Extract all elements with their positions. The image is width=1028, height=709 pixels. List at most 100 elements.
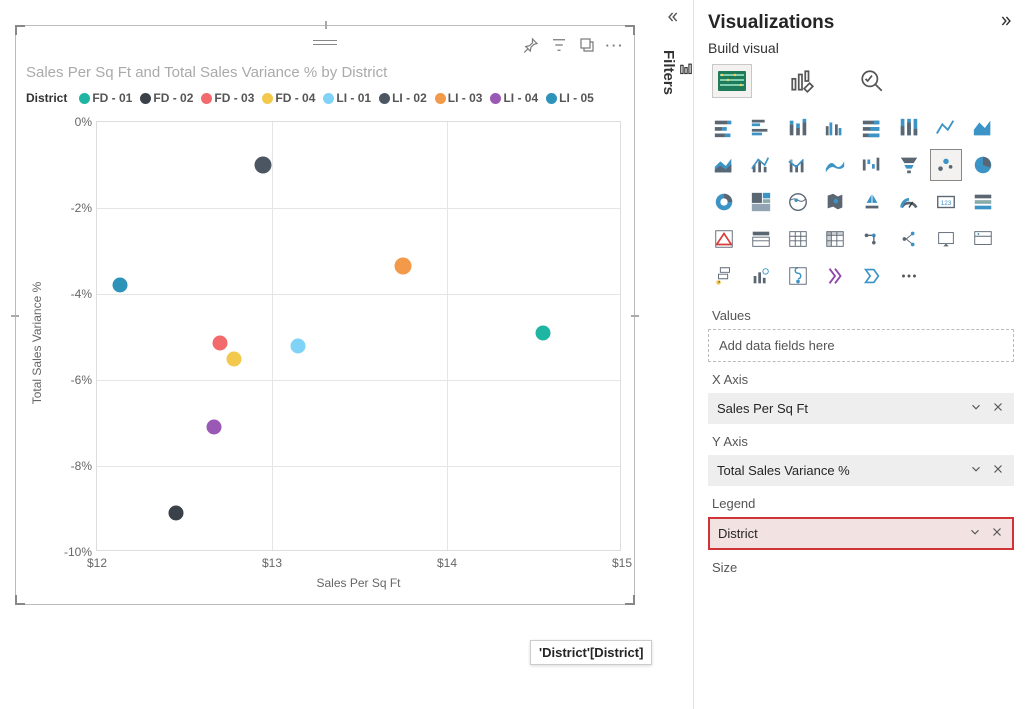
y-axis-tick: -2%: [71, 201, 92, 215]
remove-field-icon[interactable]: [991, 400, 1005, 417]
filters-pane-tab[interactable]: Filters: [660, 44, 695, 101]
viz-type-qna[interactable]: [708, 260, 740, 292]
scatter-point[interactable]: [255, 157, 272, 174]
x-axis-tick: $15: [612, 556, 632, 570]
legend-item[interactable]: LI - 01: [323, 91, 371, 105]
expand-pane-icon[interactable]: [1000, 12, 1014, 34]
viz-type-treemap[interactable]: [745, 186, 777, 218]
scatter-point[interactable]: [226, 351, 241, 366]
chart-title: Sales Per Sq Ft and Total Sales Variance…: [26, 64, 387, 81]
chart-legend: District FD - 01 FD - 02 FD - 03 FD - 04 LI …: [26, 91, 594, 105]
values-well-label: Values: [712, 308, 1014, 323]
legend-field-pill[interactable]: District: [708, 517, 1014, 550]
viz-type-decomp-tree[interactable]: [967, 223, 999, 255]
viz-type-azure-map[interactable]: [856, 186, 888, 218]
pin-icon[interactable]: [522, 36, 540, 54]
viz-type-line-stacked[interactable]: [782, 149, 814, 181]
filters-tab-label: Filters: [660, 50, 677, 95]
chevron-down-icon[interactable]: [969, 462, 983, 479]
viz-type-ribbon[interactable]: [819, 149, 851, 181]
legend-item[interactable]: FD - 03: [201, 91, 254, 105]
chevron-down-icon[interactable]: [968, 525, 982, 542]
drag-handle-icon[interactable]: [313, 40, 337, 46]
viz-type-stacked-column[interactable]: [782, 112, 814, 144]
viz-type-line[interactable]: [930, 112, 962, 144]
analytics-tab[interactable]: [852, 64, 892, 98]
viz-type-scatter[interactable]: [930, 149, 962, 181]
xaxis-field-pill[interactable]: Sales Per Sq Ft: [708, 393, 1014, 424]
scatter-point[interactable]: [207, 420, 222, 435]
viz-type-power-apps[interactable]: [819, 260, 851, 292]
viz-type-kpi[interactable]: [967, 186, 999, 218]
scatter-point[interactable]: [536, 325, 551, 340]
viz-type-line-clustered[interactable]: [745, 149, 777, 181]
legend-item-label: LI - 03: [448, 91, 483, 105]
size-well-label: Size: [712, 560, 1014, 575]
chart-visual-container[interactable]: ··· Sales Per Sq Ft and Total Sales Vari…: [15, 25, 635, 605]
legend-title: District: [26, 91, 67, 105]
y-axis-label: Total Sales Variance %: [30, 282, 44, 405]
viz-type-funnel[interactable]: [893, 149, 925, 181]
legend-item[interactable]: LI - 02: [379, 91, 427, 105]
viz-type-donut[interactable]: [708, 186, 740, 218]
format-visual-tab[interactable]: [782, 64, 822, 98]
viz-type-area[interactable]: [967, 112, 999, 144]
remove-field-icon[interactable]: [991, 462, 1005, 479]
x-axis-label: Sales Per Sq Ft: [316, 576, 400, 590]
viz-type-filled-map[interactable]: [819, 186, 851, 218]
viz-type-narrative[interactable]: [745, 260, 777, 292]
viz-type-stacked-bar[interactable]: [708, 112, 740, 144]
scatter-point[interactable]: [395, 258, 412, 275]
yaxis-field-name: Total Sales Variance %: [717, 463, 850, 478]
viz-type-more[interactable]: [893, 260, 925, 292]
more-options-icon[interactable]: ···: [606, 36, 624, 54]
x-axis-tick: $13: [262, 556, 282, 570]
viz-type-multi-row[interactable]: [708, 223, 740, 255]
legend-dot-icon: [140, 93, 151, 104]
legend-item[interactable]: LI - 03: [435, 91, 483, 105]
values-field-well[interactable]: Add data fields here: [708, 329, 1014, 362]
scatter-point[interactable]: [112, 278, 127, 293]
filter-icon[interactable]: [550, 36, 568, 54]
remove-field-icon[interactable]: [990, 525, 1004, 542]
x-axis-tick: $14: [437, 556, 457, 570]
build-visual-tab[interactable]: [712, 64, 752, 98]
focus-mode-icon[interactable]: [578, 36, 596, 54]
viz-type-py-visual[interactable]: [893, 223, 925, 255]
viz-type-stacked-area[interactable]: [708, 149, 740, 181]
viz-type-r-visual[interactable]: [856, 223, 888, 255]
viz-type-clustered-bar[interactable]: [745, 112, 777, 144]
viz-type-clustered-column[interactable]: [819, 112, 851, 144]
viz-type-table[interactable]: [782, 223, 814, 255]
viz-type-pie[interactable]: [967, 149, 999, 181]
legend-item[interactable]: FD - 02: [140, 91, 193, 105]
legend-item-label: LI - 04: [503, 91, 538, 105]
legend-item[interactable]: FD - 04: [262, 91, 315, 105]
visualizations-pane: Visualizations Build visual 123 Values A…: [693, 0, 1028, 709]
scatter-point[interactable]: [212, 336, 227, 351]
legend-dot-icon: [546, 93, 557, 104]
legend-item-label: FD - 04: [275, 91, 315, 105]
legend-item[interactable]: FD - 01: [79, 91, 132, 105]
viz-type-power-automate[interactable]: [856, 260, 888, 292]
legend-item[interactable]: LI - 05: [546, 91, 594, 105]
viz-type-100-stacked-bar[interactable]: [856, 112, 888, 144]
viz-type-100-stacked-column[interactable]: [893, 112, 925, 144]
chevron-down-icon[interactable]: [969, 400, 983, 417]
legend-item[interactable]: LI - 04: [490, 91, 538, 105]
yaxis-field-pill[interactable]: Total Sales Variance %: [708, 455, 1014, 486]
viz-type-map[interactable]: [782, 186, 814, 218]
viz-type-gauge[interactable]: [893, 186, 925, 218]
y-axis-tick: -8%: [71, 459, 92, 473]
viz-type-paginated[interactable]: [782, 260, 814, 292]
scatter-point[interactable]: [291, 338, 306, 353]
viz-type-matrix[interactable]: [819, 223, 851, 255]
viz-type-slicer[interactable]: [745, 223, 777, 255]
scatter-point[interactable]: [168, 506, 183, 521]
viz-type-card[interactable]: 123: [930, 186, 962, 218]
viz-type-waterfall[interactable]: [856, 149, 888, 181]
collapse-pane-icon[interactable]: [665, 10, 679, 29]
chart-plot-area[interactable]: Total Sales Variance % Sales Per Sq Ft $…: [96, 121, 621, 551]
viz-type-key-influencers[interactable]: [930, 223, 962, 255]
legend-field-name: District: [718, 526, 758, 541]
